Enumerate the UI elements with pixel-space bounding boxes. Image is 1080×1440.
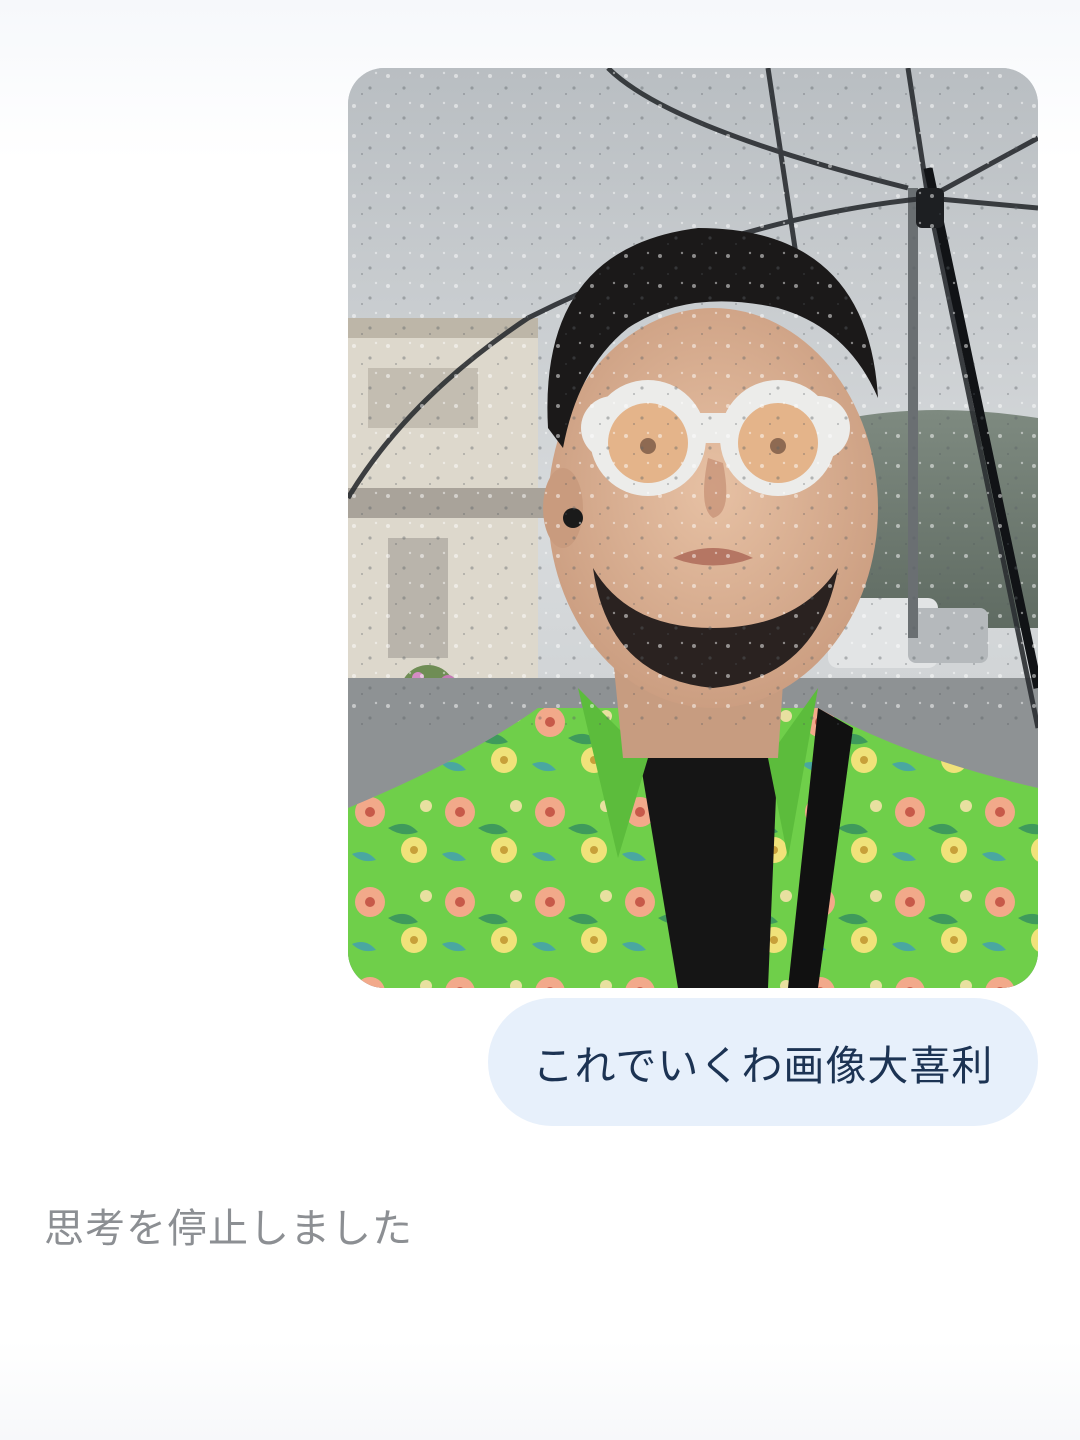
assistant-status: 思考を停止しました: [44, 1206, 413, 1252]
chat-thread: これでいくわ画像大喜利 思考を停止しました: [0, 0, 1080, 1440]
user-message-text: これでいくわ画像大喜利: [532, 1042, 994, 1090]
user-message-bubble[interactable]: これでいくわ画像大喜利: [488, 998, 1038, 1126]
attached-photo[interactable]: [348, 68, 1038, 988]
selfie-photo-icon: [348, 68, 1038, 988]
